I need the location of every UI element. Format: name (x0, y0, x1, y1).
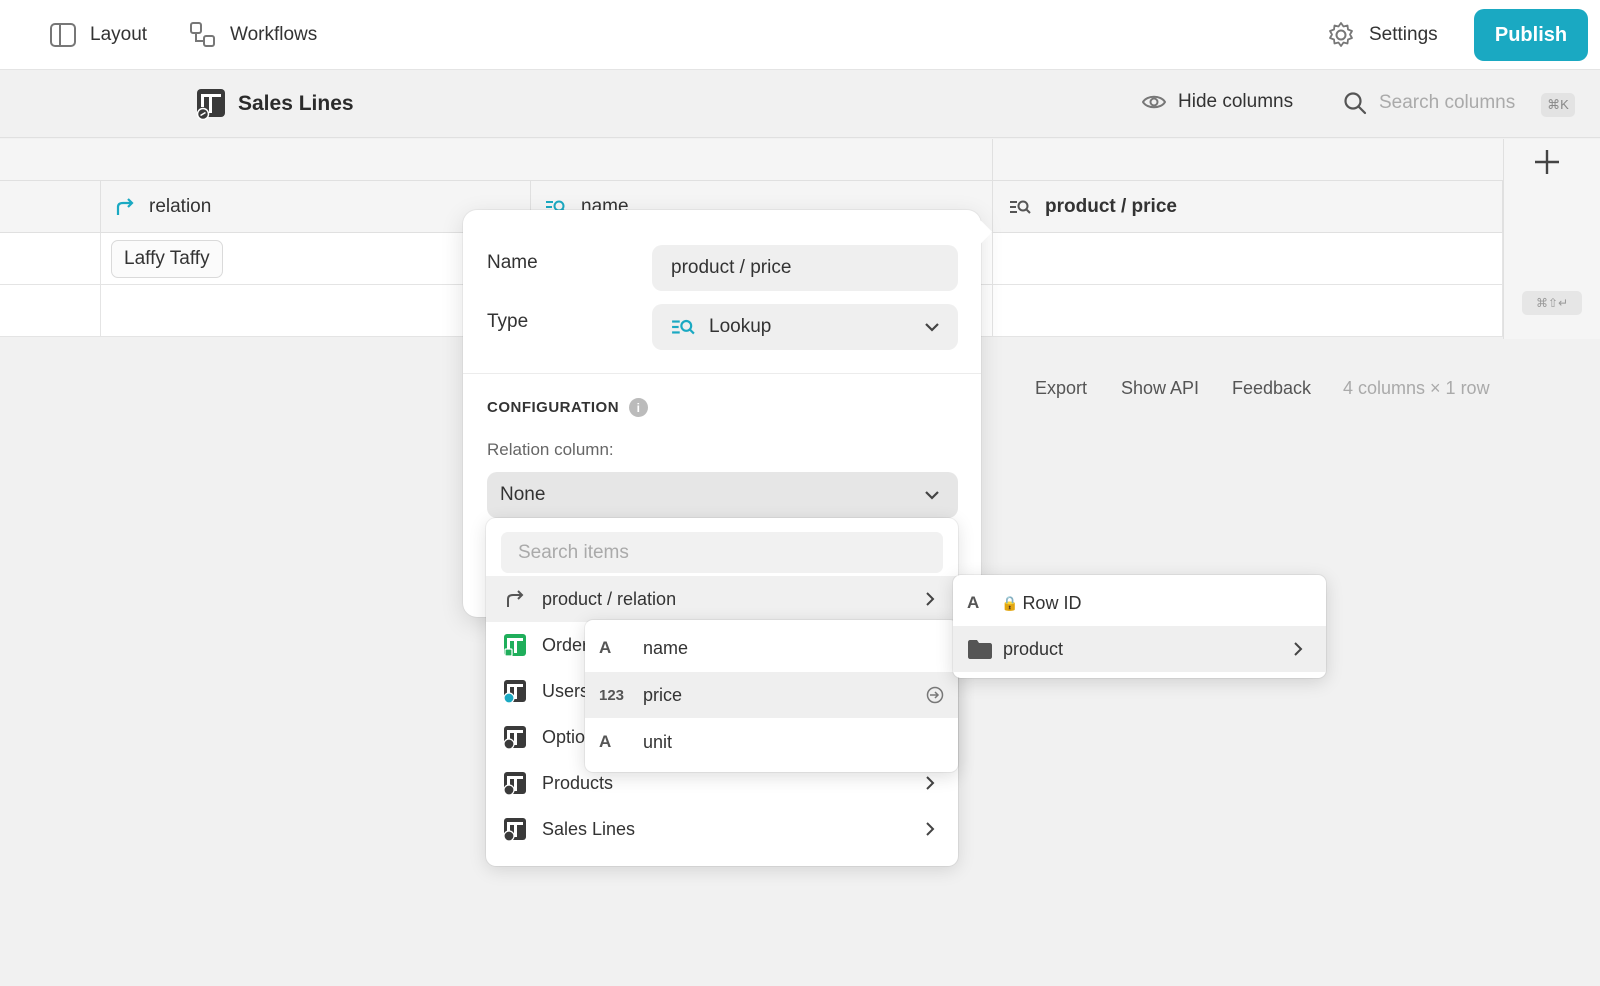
feedback-link[interactable]: Feedback (1232, 378, 1311, 399)
text-type-icon: A (967, 593, 980, 612)
add-row-shortcut-badge: ⌘⇧↵ (1522, 291, 1582, 315)
column-group-header (993, 139, 1503, 181)
row-index-cell[interactable] (0, 233, 101, 285)
number-type-icon: 123 (599, 686, 625, 704)
info-icon[interactable]: i (629, 398, 649, 417)
table-icon (503, 726, 526, 749)
configuration-heading: CONFIGURATION i (487, 398, 649, 417)
chevron-down-icon (925, 491, 939, 500)
layout-icon (50, 23, 76, 47)
chevron-right-icon (1294, 642, 1303, 656)
column-header-label: product / price (1045, 195, 1177, 217)
chevron-down-icon (925, 323, 939, 332)
configuration-heading-text: CONFIGURATION (487, 399, 620, 416)
workflows-label: Workflows (230, 24, 318, 45)
workflows-tab[interactable]: Workflows (190, 20, 317, 50)
plus-icon[interactable] (1534, 149, 1560, 175)
submenu-item-product[interactable]: product (953, 626, 1326, 672)
name-label: Name (487, 252, 538, 273)
submenu-item-row-id[interactable]: A 🔒 Row ID (953, 580, 1326, 626)
dropdown-item-label: product / relation (542, 588, 677, 609)
dropdown-item-product-relation[interactable]: product / relation (486, 576, 958, 622)
row-index-header (0, 181, 101, 233)
text-type-icon: A (599, 732, 612, 751)
column-group-header (0, 139, 993, 181)
relation-column-value: None (500, 484, 546, 505)
search-icon (1344, 92, 1367, 115)
text-type-icon: A (599, 638, 612, 657)
divider (463, 373, 981, 374)
relation-chip[interactable]: Laffy Taffy (111, 240, 223, 278)
column-header-label: relation (149, 195, 212, 217)
table-title-text: Sales Lines (238, 92, 354, 115)
folder-icon (968, 640, 992, 659)
layout-tab[interactable]: Layout (50, 20, 147, 50)
search-columns-input[interactable]: Search columns (1343, 91, 1515, 115)
dropdown-item-sales-lines[interactable]: Sales Lines (486, 806, 958, 852)
settings-button[interactable]: Settings (1327, 20, 1438, 50)
search-items-placeholder: Search items (518, 541, 629, 563)
submenu-item-label: unit (643, 731, 673, 752)
row-index-cell[interactable] (0, 285, 101, 337)
table-icon (196, 89, 225, 120)
table-cell[interactable] (993, 233, 1503, 285)
search-items-input[interactable]: Search items (501, 532, 943, 573)
search-columns-placeholder: Search columns (1379, 92, 1516, 113)
hide-columns-button[interactable]: Hide columns (1142, 91, 1293, 113)
export-link[interactable]: Export (1035, 378, 1087, 399)
table-title: Sales Lines (196, 88, 354, 120)
add-column-area: ⌘⇧↵ (1503, 139, 1600, 339)
relation-column-select[interactable]: None (487, 472, 958, 518)
top-bar: Layout Workflows Settings Publish (0, 0, 1600, 70)
fields-submenu: A name 123 price A unit (585, 620, 958, 772)
select-arrow-icon (926, 686, 944, 704)
submenu-item-label: product (1003, 638, 1064, 659)
submenu-item-label: Row ID (1022, 592, 1082, 613)
relation-column-label: Relation column: (487, 440, 614, 459)
show-api-link[interactable]: Show API (1121, 378, 1199, 399)
submenu-item-label: name (643, 637, 689, 658)
dropdown-item-label: Users (542, 680, 590, 701)
workflows-icon (190, 22, 215, 47)
relation-arrow-icon (116, 197, 134, 215)
column-header-product-price[interactable]: product / price (993, 181, 1503, 233)
column-name-value: product / price (671, 257, 792, 278)
type-label: Type (487, 311, 529, 332)
lookup-icon (672, 319, 695, 335)
dropdown-item-label: Sales Lines (542, 818, 636, 839)
relation-submenu: A 🔒 Row ID product (953, 575, 1326, 678)
lookup-icon (1010, 200, 1031, 214)
lock-icon: 🔒 (1001, 594, 1019, 611)
dropdown-item-label: Products (542, 772, 614, 793)
column-name-field[interactable]: product / price (652, 245, 958, 291)
relation-arrow-icon (507, 590, 524, 607)
submenu-item-name[interactable]: A name (585, 625, 958, 671)
submenu-item-price[interactable]: 123 price (585, 672, 958, 718)
chevron-right-icon (926, 592, 935, 606)
search-shortcut-badge: ⌘K (1541, 93, 1575, 117)
new-row-cell[interactable] (993, 285, 1503, 337)
grid-summary: 4 columns × 1 row (1343, 378, 1490, 398)
column-type-select[interactable]: Lookup (652, 304, 958, 350)
publish-button[interactable]: Publish (1474, 9, 1588, 61)
settings-label: Settings (1369, 24, 1438, 45)
table-users-icon (503, 680, 526, 703)
eye-icon (1142, 95, 1166, 109)
chevron-right-icon (926, 776, 935, 790)
table-green-icon (504, 634, 526, 657)
submenu-item-unit[interactable]: A unit (585, 719, 958, 765)
table-toolbar: Sales Lines Hide columns Search columns (0, 71, 1600, 138)
layout-label: Layout (90, 24, 148, 45)
table-icon (503, 818, 526, 841)
hide-columns-label: Hide columns (1178, 91, 1294, 112)
table-icon (503, 772, 526, 795)
chevron-right-icon (926, 822, 935, 836)
gear-icon (1329, 22, 1353, 47)
column-type-value: Lookup (709, 316, 772, 337)
submenu-item-label: price (643, 684, 683, 705)
